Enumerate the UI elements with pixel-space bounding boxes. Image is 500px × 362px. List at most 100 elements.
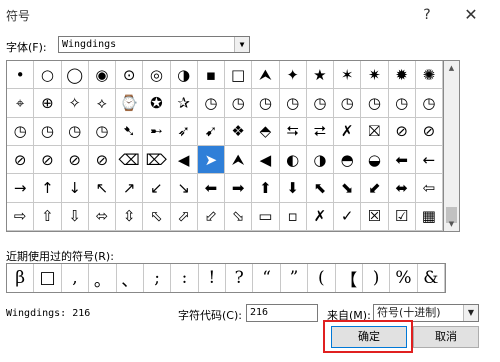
symbol-cell[interactable]: ⮂ [306, 117, 334, 146]
recent-symbol[interactable]: “ [253, 264, 281, 292]
symbol-cell[interactable]: ◷ [306, 89, 334, 118]
recent-symbol[interactable]: ! [199, 264, 226, 292]
symbol-cell[interactable]: ★ [306, 61, 334, 90]
symbol-cell[interactable]: ⊙ [116, 61, 144, 90]
symbol-cell[interactable]: ⇨ [7, 202, 35, 231]
symbol-cell[interactable]: ◷ [34, 117, 62, 146]
symbol-cell[interactable]: ✦ [279, 61, 307, 90]
symbol-grid-scrollbar[interactable]: ▲ ▼ [444, 60, 460, 232]
recent-symbol[interactable]: □ [34, 264, 62, 292]
symbol-cell[interactable]: □ [225, 61, 253, 90]
symbol-cell[interactable]: ⇳ [116, 202, 144, 231]
symbol-cell[interactable]: ➶ [170, 117, 198, 146]
symbol-cell[interactable]: ← [415, 146, 443, 175]
symbol-cell[interactable]: ⊕ [34, 89, 62, 118]
symbol-cell[interactable]: ✺ [415, 61, 443, 90]
symbol-cell[interactable]: ⛝ [361, 117, 389, 146]
symbol-cell[interactable]: • [7, 61, 35, 90]
recent-symbol[interactable]: β [7, 264, 35, 292]
symbol-cell[interactable]: ◷ [61, 117, 89, 146]
symbol-cell[interactable]: ⬄ [88, 202, 116, 231]
recent-symbol[interactable]: ? [226, 264, 254, 292]
recent-symbol[interactable]: ; [144, 264, 172, 292]
symbol-cell[interactable]: ↓ [61, 174, 89, 203]
symbol-cell[interactable]: ◷ [388, 89, 416, 118]
symbol-cell[interactable]: ☑ [388, 202, 416, 231]
symbol-cell[interactable]: ⬁ [143, 202, 171, 231]
ok-button[interactable]: 确定 [331, 326, 407, 348]
symbol-cell[interactable]: ◷ [279, 89, 307, 118]
recent-symbol[interactable]: 、 [117, 264, 144, 292]
symbol-cell[interactable]: ⬆ [252, 174, 280, 203]
symbol-cell[interactable]: ⌚ [116, 89, 144, 118]
symbol-cell[interactable]: ➸ [143, 117, 171, 146]
symbol-cell[interactable]: ◓ [334, 146, 362, 175]
symbol-cell[interactable]: ✓ [334, 202, 362, 231]
symbol-cell[interactable]: ⬃ [197, 202, 225, 231]
symbol-cell[interactable]: ↙ [143, 174, 171, 203]
symbol-cell[interactable]: ✪ [143, 89, 171, 118]
symbol-cell[interactable]: ❖ [225, 117, 253, 146]
symbol-cell[interactable]: ◷ [361, 89, 389, 118]
symbol-cell[interactable]: ⇩ [61, 202, 89, 231]
recent-symbol[interactable]: ) [363, 264, 391, 292]
font-dropdown[interactable]: Wingdings ▼ [58, 36, 250, 53]
symbol-cell[interactable]: ↘ [170, 174, 198, 203]
symbol-cell[interactable]: ⌖ [7, 89, 35, 118]
chevron-down-icon[interactable]: ▼ [234, 37, 249, 52]
recent-symbol[interactable]: % [390, 264, 418, 292]
symbol-cell[interactable]: ☒ [361, 202, 389, 231]
symbol-cell[interactable]: ⊘ [388, 117, 416, 146]
symbol-cell[interactable]: ⟡ [88, 89, 116, 118]
symbol-cell[interactable]: ◀ [252, 146, 280, 175]
symbol-cell[interactable]: ➹ [197, 117, 225, 146]
symbol-cell[interactable]: ◷ [225, 89, 253, 118]
symbol-cell[interactable]: ⊘ [415, 117, 443, 146]
symbol-cell[interactable]: ⇧ [34, 202, 62, 231]
recent-symbol[interactable]: , [62, 264, 90, 292]
cancel-button[interactable]: 取消 [413, 326, 479, 348]
symbol-cell-selected[interactable]: ➤ [197, 146, 225, 175]
recent-symbol[interactable]: 。 [89, 264, 117, 292]
symbol-cell[interactable]: ◷ [252, 89, 280, 118]
symbol-cell[interactable]: ◷ [88, 117, 116, 146]
symbol-cell[interactable]: ◯ [61, 61, 89, 90]
symbol-cell[interactable]: ◷ [334, 89, 362, 118]
symbol-cell[interactable]: ⬌ [388, 174, 416, 203]
char-code-input[interactable]: 216 [246, 304, 318, 322]
recent-symbol[interactable]: ( [308, 264, 336, 292]
symbol-cell[interactable]: ◀ [170, 146, 198, 175]
symbol-cell[interactable]: → [7, 174, 35, 203]
symbol-cell[interactable]: ◎ [143, 61, 171, 90]
symbol-cell[interactable]: ⬘ [252, 117, 280, 146]
scroll-down-icon[interactable]: ▼ [444, 217, 459, 231]
symbol-cell[interactable]: ✶ [334, 61, 362, 90]
recent-symbol[interactable]: 【 [336, 264, 363, 292]
close-button[interactable]: ✕ [458, 4, 484, 26]
symbol-cell[interactable]: ⬅ [388, 146, 416, 175]
symbol-cell[interactable]: ⮝ [252, 61, 280, 90]
symbol-cell[interactable]: ⌦ [143, 146, 171, 175]
symbol-cell[interactable]: ⬋ [361, 174, 389, 203]
symbol-cell[interactable]: ✗ [334, 117, 362, 146]
symbol-cell[interactable]: ✹ [388, 61, 416, 90]
symbol-cell[interactable]: ▦ [415, 202, 443, 231]
symbol-cell[interactable]: ⬉ [306, 174, 334, 203]
symbol-cell[interactable]: ⇦ [415, 174, 443, 203]
recent-symbol[interactable]: ” [281, 264, 309, 292]
symbol-cell[interactable]: ⮝ [225, 146, 253, 175]
symbol-cell[interactable]: ◷ [415, 89, 443, 118]
scroll-up-icon[interactable]: ▲ [444, 61, 459, 75]
symbol-cell[interactable]: ⬇ [279, 174, 307, 203]
symbol-cell[interactable]: ◑ [306, 146, 334, 175]
symbol-cell[interactable]: ✰ [170, 89, 198, 118]
recent-symbol[interactable]: : [171, 264, 199, 292]
symbol-cell[interactable]: ✧ [61, 89, 89, 118]
symbol-cell[interactable]: ◐ [279, 146, 307, 175]
symbol-cell[interactable]: ◷ [197, 89, 225, 118]
symbol-cell[interactable]: ▪ [197, 61, 225, 90]
symbol-cell[interactable]: ⊘ [88, 146, 116, 175]
symbol-cell[interactable]: ⊘ [7, 146, 35, 175]
symbol-cell[interactable]: ◉ [88, 61, 116, 90]
symbol-cell[interactable]: ➷ [116, 117, 144, 146]
